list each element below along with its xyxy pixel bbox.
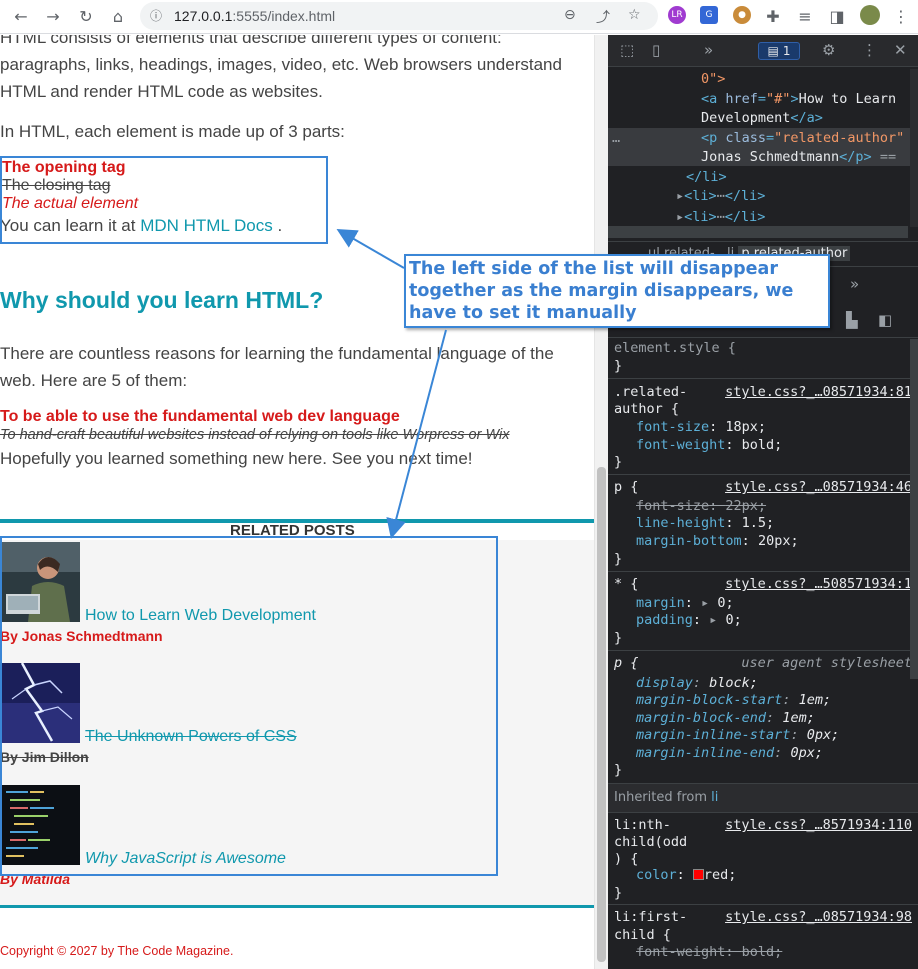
css-property[interactable]: padding: ▸ 0; bbox=[636, 612, 742, 628]
css-rule-selector: child { bbox=[614, 927, 671, 943]
reasons-paragraph: There are countless reasons for learning… bbox=[0, 344, 554, 390]
parts-intro: In HTML, each element is made up of 3 pa… bbox=[0, 122, 345, 141]
css-source-link[interactable]: style.css?_…8571934:110 bbox=[725, 817, 912, 833]
browser-toolbar: ← → ↻ ⌂ ⓘ 127.0.0.1:5555/index.html ⊖ ⤴ … bbox=[0, 0, 918, 34]
back-arrow-icon[interactable]: ← bbox=[10, 5, 32, 27]
devtools-toolbar: ⬚ ▯ » ▤ 1 ⚙ ⋮ ✕ bbox=[608, 35, 918, 67]
css-property: margin-block-start: 1em; bbox=[636, 692, 832, 708]
element-style-rule[interactable]: element.style { bbox=[614, 340, 736, 356]
section-heading: Why should you learn HTML? bbox=[0, 287, 324, 313]
dom-node[interactable]: <p class="related-author" bbox=[701, 130, 904, 146]
css-property[interactable]: line-height: 1.5; bbox=[636, 515, 774, 531]
css-rule-selector: * { bbox=[614, 576, 639, 592]
devtools-menu-icon[interactable]: ⋮ bbox=[862, 41, 877, 59]
translate-icon[interactable]: G bbox=[700, 6, 718, 24]
media-queue-icon[interactable]: ≡ bbox=[794, 5, 816, 27]
css-rule-selector: .related- bbox=[614, 384, 688, 400]
settings-gear-icon[interactable]: ⚙ bbox=[822, 41, 835, 59]
device-toggle-icon[interactable]: ▯ bbox=[652, 41, 660, 59]
annotation-callout: The left side of the list will disappear… bbox=[404, 254, 830, 328]
css-source-link[interactable]: style.css?_…08571934:98 bbox=[725, 909, 912, 925]
more-panes-icon[interactable]: » bbox=[850, 275, 859, 293]
forward-arrow-icon[interactable]: → bbox=[42, 5, 64, 27]
css-property[interactable]: margin: ▸ 0; bbox=[636, 595, 734, 611]
share-icon[interactable]: ⤴ bbox=[596, 7, 610, 27]
profile-avatar[interactable] bbox=[860, 5, 880, 25]
dom-node[interactable]: ▸<li>⋯</li> bbox=[676, 209, 765, 225]
css-source-link[interactable]: style.css?_…508571934:1 bbox=[725, 576, 912, 592]
dom-node-ellipsis[interactable]: … bbox=[612, 130, 620, 146]
copyright-text: Copyright © 2027 by The Code Magazine. bbox=[0, 944, 234, 958]
reasons-list: To be able to use the fundamental web de… bbox=[0, 408, 510, 444]
side-panel-icon[interactable]: ◨ bbox=[826, 5, 848, 27]
highlight-box-parts-list bbox=[0, 156, 328, 244]
css-rule-selector: p { bbox=[614, 655, 639, 671]
dom-node[interactable]: 0"> bbox=[701, 71, 725, 87]
url-text[interactable]: 127.0.0.1:5555/index.html bbox=[174, 8, 335, 24]
color-swatch[interactable] bbox=[692, 869, 704, 880]
css-property[interactable]: margin-bottom: 20px; bbox=[636, 533, 799, 549]
inherited-label: Inherited from li bbox=[614, 790, 719, 805]
dom-node[interactable]: <a href="#">How to Learn bbox=[701, 91, 896, 107]
page-viewport: HTML consists of elements that describe … bbox=[0, 35, 594, 969]
list-item: To be able to use the fundamental web de… bbox=[0, 408, 400, 425]
css-rule-selector: child(odd bbox=[614, 834, 688, 850]
css-property-overridden[interactable]: font-size: 22px; bbox=[636, 498, 766, 514]
dom-node[interactable]: ▸<li>⋯</li> bbox=[676, 188, 765, 204]
cookie-icon[interactable]: ● bbox=[733, 6, 751, 24]
bookmark-star-icon[interactable]: ☆ bbox=[628, 7, 641, 23]
issues-icon: ▤ bbox=[767, 44, 779, 58]
css-rule-selector: li:nth- bbox=[614, 817, 671, 833]
css-property-overridden[interactable]: font-weight: bold; bbox=[636, 944, 782, 960]
extensions-puzzle-icon[interactable]: ✚ bbox=[762, 5, 784, 27]
footer-divider bbox=[0, 905, 594, 908]
zoom-icon[interactable]: ⊖ bbox=[564, 7, 576, 23]
css-property[interactable]: color: red; bbox=[636, 867, 736, 883]
toggle-sidebar-icon[interactable]: ◧ bbox=[878, 311, 892, 329]
css-rule-selector: p { bbox=[614, 479, 639, 495]
intro-paragraph: HTML consists of elements that describe … bbox=[0, 35, 562, 101]
css-property: display: block; bbox=[636, 675, 758, 691]
paint-icon[interactable]: ▙ bbox=[846, 311, 858, 329]
css-source-link[interactable]: style.css?_…08571934:81 bbox=[725, 384, 912, 400]
elements-vscrollbar[interactable] bbox=[910, 69, 918, 227]
css-rule-selector: ) { bbox=[614, 851, 639, 867]
home-icon[interactable]: ⌂ bbox=[107, 5, 129, 27]
extension-icon[interactable]: LR bbox=[668, 6, 686, 24]
css-property: margin-inline-end: 0px; bbox=[636, 745, 823, 761]
reload-icon[interactable]: ↻ bbox=[75, 5, 97, 27]
styles-scrollbar[interactable] bbox=[910, 339, 918, 679]
list-item: To hand-craft beautiful websites instead… bbox=[0, 427, 510, 443]
dom-node[interactable]: </li> bbox=[686, 169, 727, 185]
more-tabs-icon[interactable]: » bbox=[704, 41, 713, 59]
dom-node[interactable]: Development</a> bbox=[701, 110, 823, 126]
page-scrollbar-thumb[interactable] bbox=[597, 467, 606, 962]
dom-node[interactable]: Jonas Schmedtmann</p> == bbox=[701, 149, 896, 165]
css-rule-selector: li:first- bbox=[614, 909, 688, 925]
closing-paragraph: Hopefully you learned something new here… bbox=[0, 449, 473, 468]
devtools-panel: ⬚ ▯ » ▤ 1 ⚙ ⋮ ✕ 0"> <a href="#">How to Le… bbox=[608, 35, 918, 969]
address-bar[interactable]: ⓘ 127.0.0.1:5555/index.html ⊖ ⤴ ☆ bbox=[140, 2, 658, 30]
css-property[interactable]: font-size: 18px; bbox=[636, 419, 766, 435]
highlight-box-related-list bbox=[0, 536, 498, 876]
inspect-element-icon[interactable]: ⬚ bbox=[620, 41, 634, 59]
issues-button[interactable]: ▤ 1 bbox=[758, 42, 800, 60]
css-source-label: user agent stylesheet bbox=[741, 655, 912, 671]
css-source-link[interactable]: style.css?_…08571934:46 bbox=[725, 479, 912, 495]
menu-kebab-icon[interactable]: ⋮ bbox=[890, 5, 912, 27]
css-property[interactable]: font-weight: bold; bbox=[636, 437, 782, 453]
close-icon[interactable]: ✕ bbox=[894, 41, 907, 59]
elements-hscrollbar[interactable] bbox=[608, 226, 908, 238]
css-property: margin-block-end: 1em; bbox=[636, 710, 815, 726]
site-info-icon[interactable]: ⓘ bbox=[150, 7, 162, 24]
css-property: margin-inline-start: 0px; bbox=[636, 727, 840, 743]
css-rule-selector: author { bbox=[614, 401, 680, 417]
